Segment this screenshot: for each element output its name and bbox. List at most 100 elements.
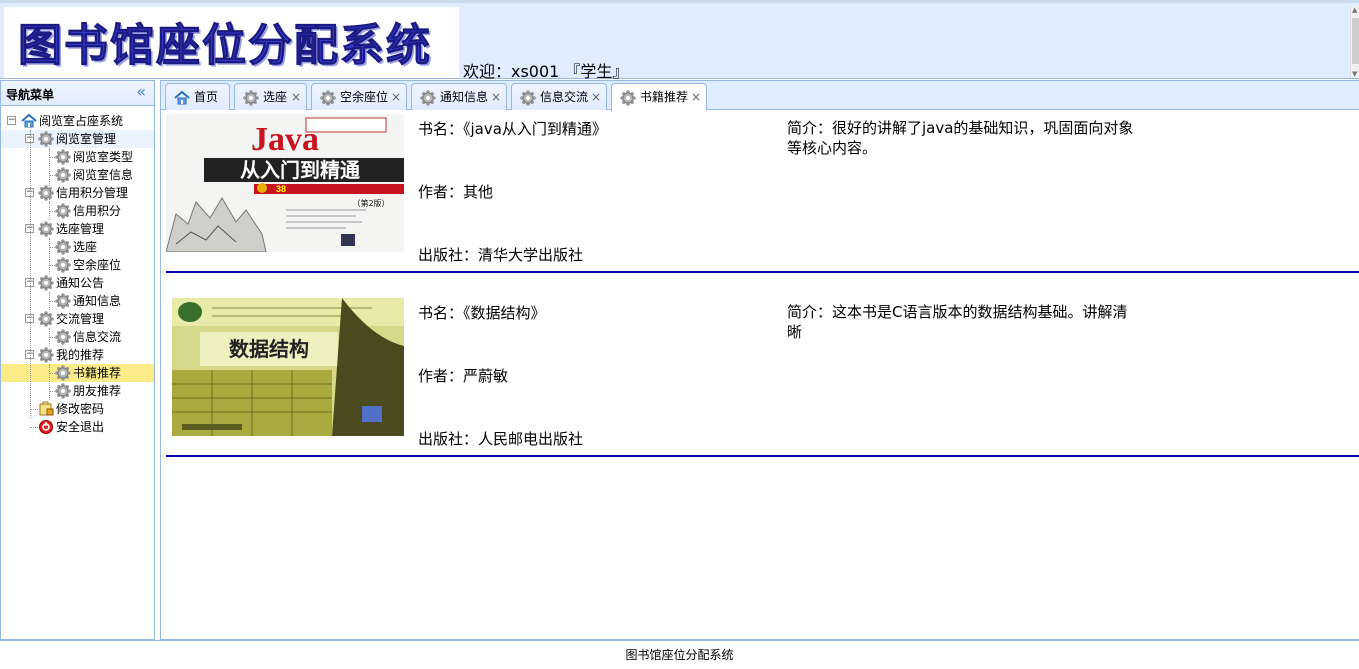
tree-guide-line <box>49 238 50 274</box>
footer: 图书馆座位分配系统 <box>0 640 1359 664</box>
nav-item[interactable]: 阅览室类型 <box>1 148 154 166</box>
gear-icon <box>38 131 54 147</box>
nav-item-label: 选座 <box>73 240 98 254</box>
gear-icon <box>420 89 436 106</box>
gear-icon <box>38 347 54 363</box>
header-scrollbar[interactable]: ▲ ▼ <box>1350 6 1359 78</box>
nav-item[interactable]: 阅览室信息 <box>1 166 154 184</box>
nav-item-label: 信用积分管理 <box>56 186 129 200</box>
nav-item-label: 通知信息 <box>73 294 122 308</box>
nav-item[interactable]: 通知信息 <box>1 292 154 310</box>
gear-icon <box>55 329 71 345</box>
book-item: Java 从入门到精通 38 （第2版） 书名：《java从入门到精通》 作者：… <box>166 111 1359 273</box>
nav-item-label: 书籍推荐 <box>73 366 122 380</box>
cover-title: 数据结构 <box>229 337 309 361</box>
nav-item[interactable]: − 我的推荐 <box>1 346 154 364</box>
tree-guide-line <box>49 292 50 310</box>
cover-badge: 38 <box>276 184 286 194</box>
nav-item[interactable]: − 阅览室管理 <box>1 130 154 148</box>
nav-item-label: 通知公告 <box>56 276 105 290</box>
scrollbar-thumb[interactable] <box>1352 18 1359 64</box>
gear-icon <box>320 89 336 106</box>
gear-icon <box>55 239 71 255</box>
tab-label: 书籍推荐 <box>640 90 689 104</box>
nav-item-label: 空余座位 <box>73 258 122 272</box>
gear-icon <box>620 89 636 106</box>
close-icon[interactable]: × <box>491 84 501 110</box>
nav-item[interactable]: 朋友推荐 <box>1 382 154 400</box>
book-title: 书名：《数据结构》 <box>418 304 546 322</box>
home-icon <box>21 113 37 129</box>
gear-icon <box>38 221 54 237</box>
book-publisher: 出版社：清华大学出版社 <box>418 246 584 264</box>
nav-item[interactable]: − 交流管理 <box>1 310 154 328</box>
nav-item[interactable]: 信用积分 <box>1 202 154 220</box>
nav-tree: − 阅览室占座系统 − 阅览室管理 阅览室类型 阅览室信息 − 信用积分管理 信用积分 − 选座管理… <box>1 106 154 436</box>
nav-item-label: 安全退出 <box>56 420 105 434</box>
tab-5[interactable]: 书籍推荐 × <box>611 83 707 111</box>
gear-icon <box>38 311 54 327</box>
tab-label: 空余座位 <box>340 90 389 104</box>
collapse-icon[interactable]: « <box>136 82 146 101</box>
gear-icon <box>55 293 71 309</box>
book-publisher: 出版社：人民邮电出版社 <box>418 430 584 448</box>
tab-label: 信息交流 <box>540 90 589 104</box>
close-icon[interactable]: × <box>391 84 401 110</box>
nav-item[interactable]: 空余座位 <box>1 256 154 274</box>
tab-1[interactable]: 选座 × <box>234 83 307 110</box>
nav-item[interactable]: 选座 <box>1 238 154 256</box>
nav-item[interactable]: − 信用积分管理 <box>1 184 154 202</box>
scroll-up-icon[interactable]: ▲ <box>1352 6 1357 14</box>
nav-item[interactable]: − 阅览室占座系统 <box>1 112 154 130</box>
nav-item-label: 修改密码 <box>56 402 105 416</box>
header: 图书馆座位分配系统 欢迎：xs001 『学生』 ▲ ▼ <box>0 0 1359 81</box>
close-icon[interactable]: × <box>291 84 301 110</box>
tab-3[interactable]: 通知信息 × <box>411 83 507 110</box>
welcome-text: 欢迎：xs001 『学生』 <box>463 62 629 81</box>
tab-0[interactable]: 首页 <box>165 83 230 110</box>
tree-toggle-icon[interactable]: − <box>7 116 16 125</box>
cover-title: Java <box>251 121 319 158</box>
cover-subtitle: 从入门到精通 <box>240 158 360 182</box>
nav-item-label: 阅览室类型 <box>73 150 134 164</box>
book-author: 作者：严蔚敏 <box>418 367 509 385</box>
nav-item[interactable]: 安全退出 <box>1 418 154 436</box>
nav-item[interactable]: − 通知公告 <box>1 274 154 292</box>
gear-icon <box>38 185 54 201</box>
tab-label: 选座 <box>263 90 288 104</box>
tree-guide-line <box>49 202 50 220</box>
nav-item-label: 信用积分 <box>73 204 122 218</box>
nav-item-label: 朋友推荐 <box>73 384 122 398</box>
gear-icon <box>55 257 71 273</box>
nav-item[interactable]: 书籍推荐 <box>1 364 154 382</box>
tab-label: 首页 <box>194 90 219 104</box>
nav-item-label: 选座管理 <box>56 222 105 236</box>
tree-guide-line <box>49 148 50 202</box>
nav-item[interactable]: 信息交流 <box>1 328 154 346</box>
tab-2[interactable]: 空余座位 × <box>311 83 407 110</box>
book-title: 书名：《java从入门到精通》 <box>418 120 607 138</box>
gear-icon <box>55 149 71 165</box>
gear-icon <box>55 365 71 381</box>
book-cover-java: Java 从入门到精通 38 （第2版） <box>166 114 404 252</box>
nav-item-label: 我的推荐 <box>56 348 105 362</box>
nav-item[interactable]: − 选座管理 <box>1 220 154 238</box>
lock-icon <box>38 401 54 417</box>
book-item: 数据结构 书名：《数据结构》 作者：严蔚敏 出版社：人民邮电出版社 简介：这本书… <box>166 295 1359 457</box>
cover-edition: （第2版） <box>352 198 389 208</box>
logo: 图书馆座位分配系统 <box>4 7 459 78</box>
book-intro: 简介：这本书是C语言版本的数据结构基础。讲解清晰 <box>787 303 1128 341</box>
nav-panel-header: 导航菜单 « <box>1 81 154 106</box>
book-intro: 简介：很好的讲解了java的基础知识，巩固面向对象等核心内容。 <box>787 119 1134 157</box>
gear-icon <box>38 275 54 291</box>
book-cover-ds: 数据结构 <box>172 298 404 436</box>
tab-4[interactable]: 信息交流 × <box>511 83 607 110</box>
book-author: 作者：其他 <box>418 183 494 201</box>
tree-guide-line <box>49 364 50 400</box>
home-icon <box>174 89 190 105</box>
close-icon[interactable]: × <box>591 84 601 110</box>
nav-item-label: 交流管理 <box>56 312 105 326</box>
close-icon[interactable]: × <box>691 84 701 110</box>
scroll-down-icon[interactable]: ▼ <box>1352 70 1357 78</box>
nav-item[interactable]: 修改密码 <box>1 400 154 418</box>
